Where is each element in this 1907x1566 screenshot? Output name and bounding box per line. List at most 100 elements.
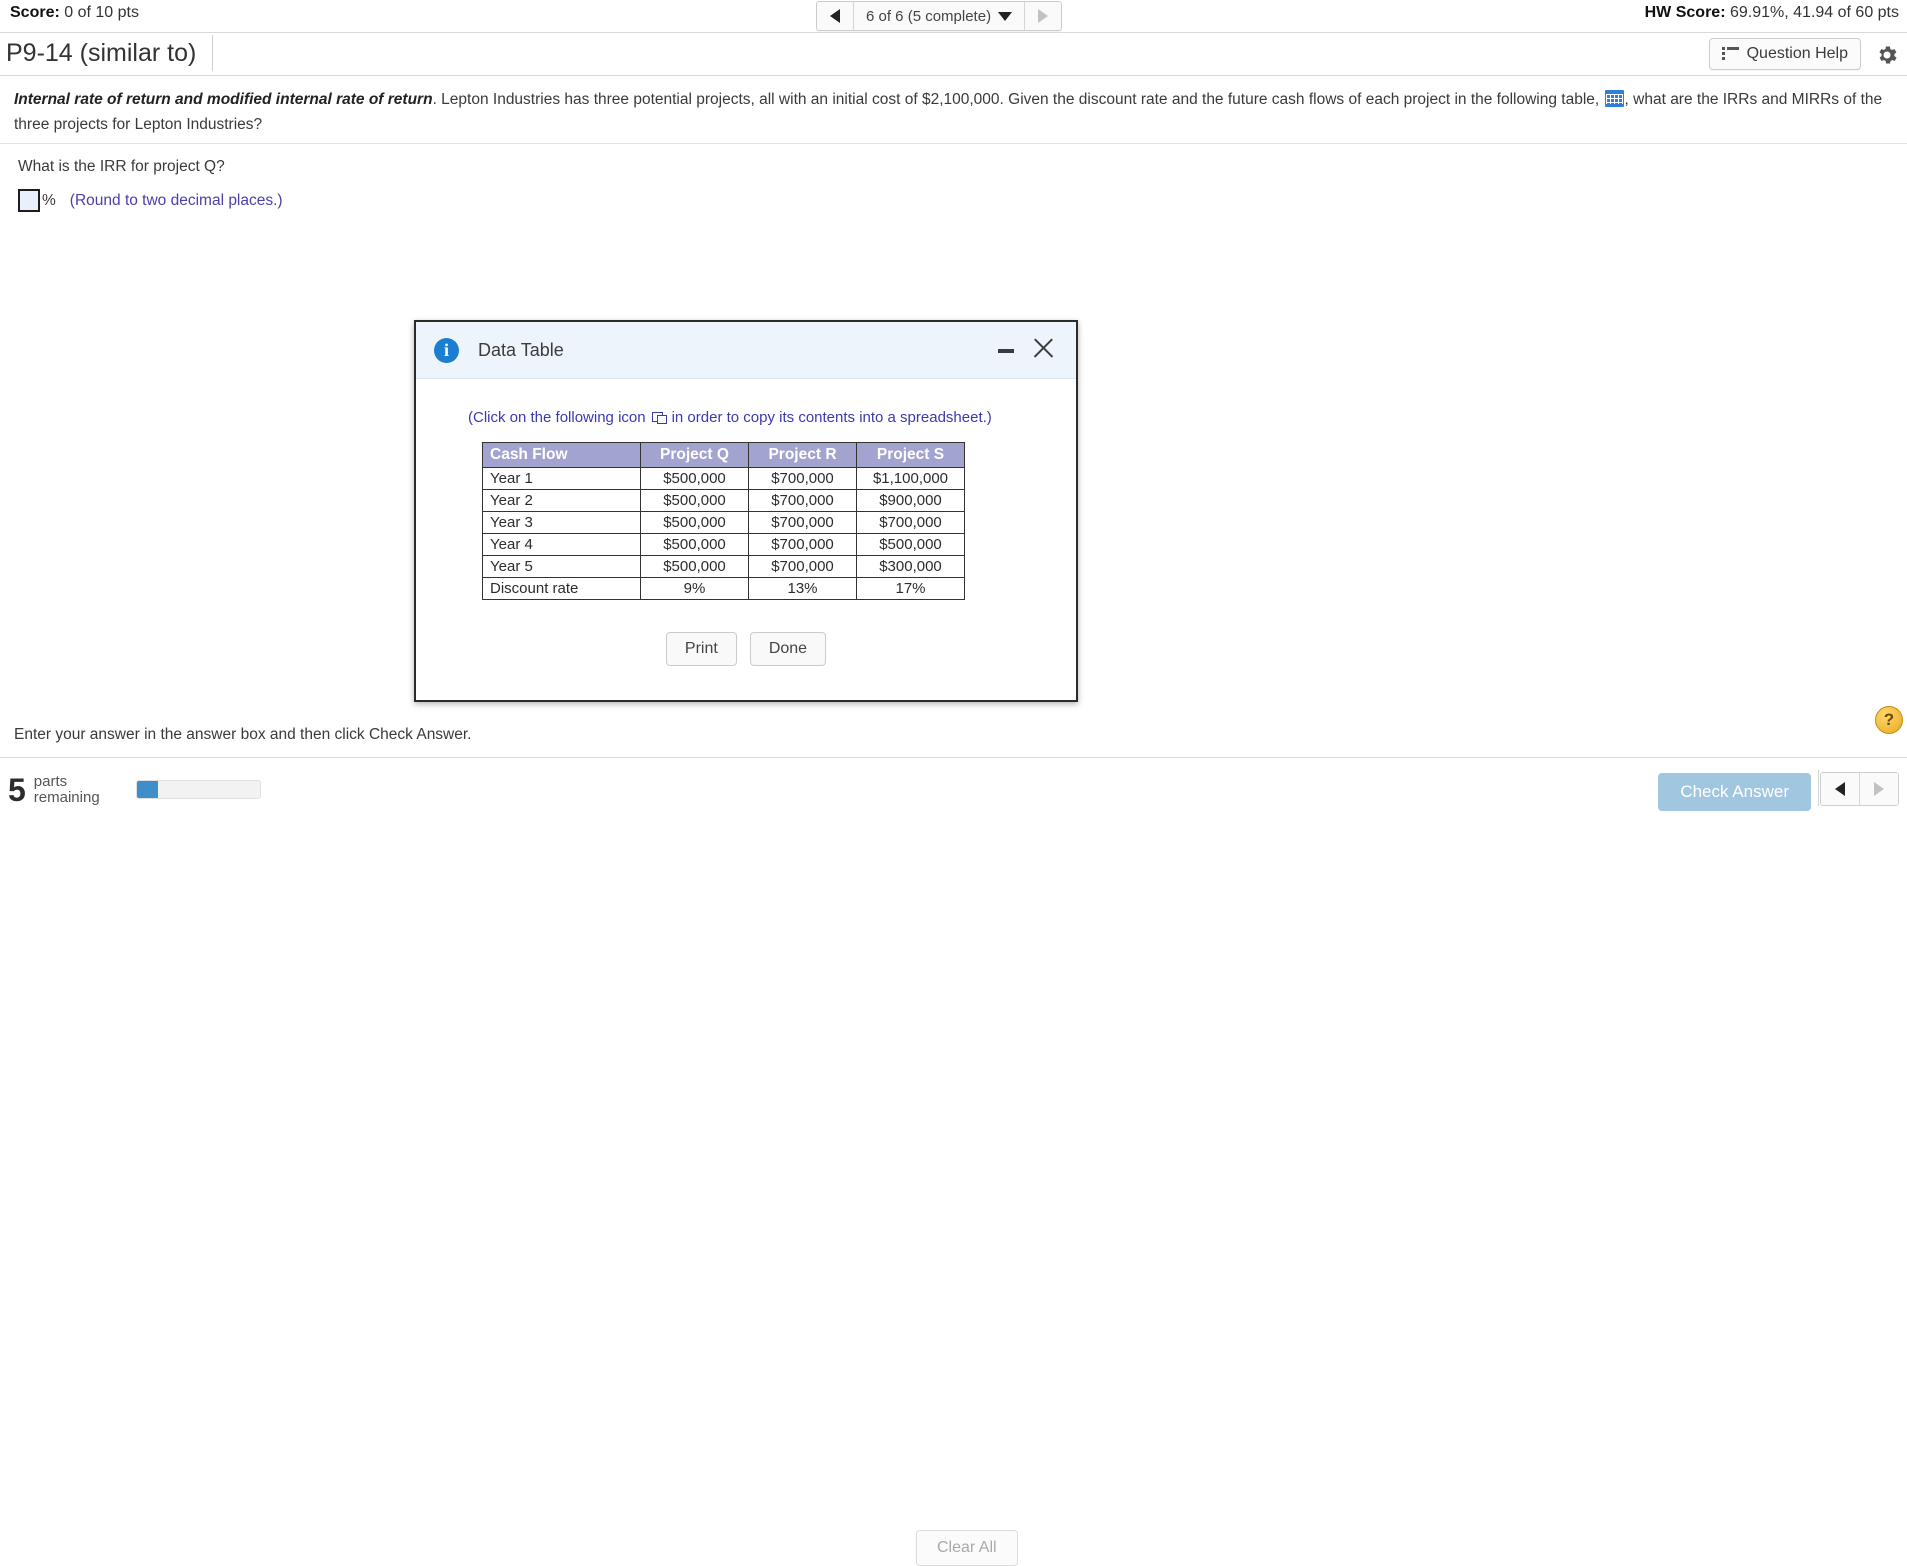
row-label: Year 5	[482, 555, 641, 578]
parts-remaining: 5 parts remaining	[8, 772, 100, 808]
chevron-down-icon	[998, 11, 1013, 21]
table-row: Discount rate 9% 13% 17%	[482, 577, 965, 600]
footer-bar: 5 parts remaining Clear All Check Answer	[0, 758, 1907, 1566]
percent-symbol: %	[42, 191, 56, 209]
copy-instruction-before: (Click on the following icon	[468, 409, 646, 426]
question-position-dropdown[interactable]: 6 of 6 (5 complete)	[853, 2, 1025, 30]
column-header-project-s: Project S	[856, 442, 965, 468]
dialog-header: i Data Table	[416, 322, 1076, 379]
cell-project-q: $500,000	[640, 511, 749, 534]
row-label: Discount rate	[482, 577, 641, 600]
clear-all-button[interactable]: Clear All	[916, 1530, 1018, 1566]
column-header-project-r: Project R	[748, 442, 857, 468]
footer-previous-button[interactable]	[1821, 773, 1859, 805]
question-position-label: 6 of 6 (5 complete)	[866, 7, 992, 25]
dialog-actions: Print Done	[440, 632, 1052, 666]
cell-project-r: 13%	[748, 577, 857, 600]
check-answer-button[interactable]: Check Answer	[1658, 773, 1811, 811]
copy-instruction-after: in order to copy its contents into a spr…	[671, 409, 992, 426]
column-header-project-q: Project Q	[640, 442, 749, 468]
hw-score-value: 69.91%, 41.94 of 60 pts	[1729, 4, 1899, 21]
problem-text-part1: . Lepton Industries has three potential …	[432, 91, 1600, 108]
answer-area: What is the IRR for project Q? % (Round …	[0, 144, 1907, 702]
row-label: Year 3	[482, 511, 641, 534]
done-button[interactable]: Done	[749, 632, 827, 666]
dialog-body: (Click on the following icon in order to…	[416, 379, 1076, 700]
next-question-button[interactable]	[1024, 2, 1062, 30]
cell-project-s: $900,000	[856, 489, 965, 512]
answer-row: % (Round to two decimal places.)	[18, 189, 1893, 212]
previous-question-button[interactable]	[817, 2, 853, 30]
parts-remaining-label: parts remaining	[34, 774, 100, 806]
page-title: P9-14 (similar to)	[6, 35, 214, 71]
cell-project-r: $700,000	[748, 489, 857, 512]
triangle-right-icon	[1874, 782, 1884, 796]
triangle-right-icon	[1038, 9, 1049, 23]
copy-instruction: (Click on the following icon in order to…	[468, 409, 1052, 426]
cell-project-r: $700,000	[748, 555, 857, 578]
info-icon: i	[434, 337, 459, 363]
cell-project-s: $700,000	[856, 511, 965, 534]
help-bubble-icon[interactable]: ?	[1875, 706, 1903, 734]
table-row: Year 1 $500,000 $700,000 $1,100,000	[482, 467, 965, 490]
table-row: Year 4 $500,000 $700,000 $500,000	[482, 533, 965, 556]
hw-score-label: HW Score:	[1644, 4, 1726, 21]
score-display: Score: 0 of 10 pts	[10, 4, 139, 22]
cell-project-q: $500,000	[640, 533, 749, 556]
minimize-icon[interactable]	[998, 349, 1014, 353]
table-row: Year 3 $500,000 $700,000 $700,000	[482, 511, 965, 534]
cell-project-r: $700,000	[748, 533, 857, 556]
footer-divider	[1818, 770, 1819, 806]
answer-input[interactable]	[18, 189, 40, 212]
cell-project-s: $300,000	[856, 555, 965, 578]
data-table-dialog: i Data Table (Click on the following ico…	[414, 320, 1078, 702]
question-help-button[interactable]: Question Help	[1708, 38, 1861, 70]
cell-project-q: $500,000	[640, 467, 749, 490]
progress-bar	[136, 780, 261, 799]
table-row: Year 2 $500,000 $700,000 $900,000	[482, 489, 965, 512]
close-icon[interactable]	[1028, 332, 1058, 364]
parts-label-line1: parts	[33, 773, 68, 790]
column-header-cash-flow: Cash Flow	[482, 442, 641, 468]
dialog-title: Data Table	[478, 339, 564, 360]
cell-project-q: 9%	[640, 577, 749, 600]
parts-count: 5	[8, 772, 26, 808]
progress-bar-fill	[137, 781, 158, 798]
table-header-row: Cash Flow Project Q Project R Project S	[482, 442, 965, 468]
triangle-left-icon	[830, 9, 840, 23]
copy-to-spreadsheet-icon[interactable]	[651, 411, 667, 424]
cell-project-q: $500,000	[640, 489, 749, 512]
part-question: What is the IRR for project Q?	[18, 158, 225, 175]
row-label: Year 2	[482, 489, 641, 512]
footer-navigator[interactable]	[1820, 772, 1899, 806]
row-label: Year 4	[482, 533, 641, 556]
gear-icon[interactable]	[1875, 43, 1899, 67]
question-navigator[interactable]: 6 of 6 (5 complete)	[816, 1, 1063, 31]
question-help-label: Question Help	[1746, 45, 1848, 62]
footer-next-button[interactable]	[1859, 773, 1898, 805]
question-title-bar: P9-14 (similar to) Question Help	[0, 33, 1907, 76]
homework-score-display: HW Score: 69.91%, 41.94 of 60 pts	[1645, 4, 1899, 22]
footer-instruction-bar: Enter your answer in the answer box and …	[0, 706, 1907, 758]
row-label: Year 1	[482, 467, 641, 490]
parts-label-line2: remaining	[33, 789, 100, 806]
cell-project-s: $500,000	[856, 533, 965, 556]
cell-project-r: $700,000	[748, 511, 857, 534]
top-score-bar: Score: 0 of 10 pts 6 of 6 (5 complete) H…	[0, 0, 1907, 33]
cell-project-s: $1,100,000	[856, 467, 965, 490]
rounding-hint: (Round to two decimal places.)	[69, 191, 283, 209]
print-button[interactable]: Print	[665, 632, 737, 666]
table-row: Year 5 $500,000 $700,000 $300,000	[482, 555, 965, 578]
cell-project-q: $500,000	[640, 555, 749, 578]
score-value: 0 of 10 pts	[64, 4, 139, 21]
cell-project-r: $700,000	[748, 467, 857, 490]
data-table-icon[interactable]	[1604, 90, 1624, 107]
score-label: Score:	[10, 4, 60, 21]
list-icon	[1721, 47, 1739, 61]
problem-statement: Internal rate of return and modified int…	[0, 76, 1907, 144]
cell-project-s: 17%	[856, 577, 965, 600]
cash-flow-table: Cash Flow Project Q Project R Project S …	[482, 442, 965, 600]
problem-lead: Internal rate of return and modified int…	[14, 91, 433, 108]
triangle-left-icon	[1835, 782, 1845, 796]
footer-instruction: Enter your answer in the answer box and …	[14, 726, 472, 743]
